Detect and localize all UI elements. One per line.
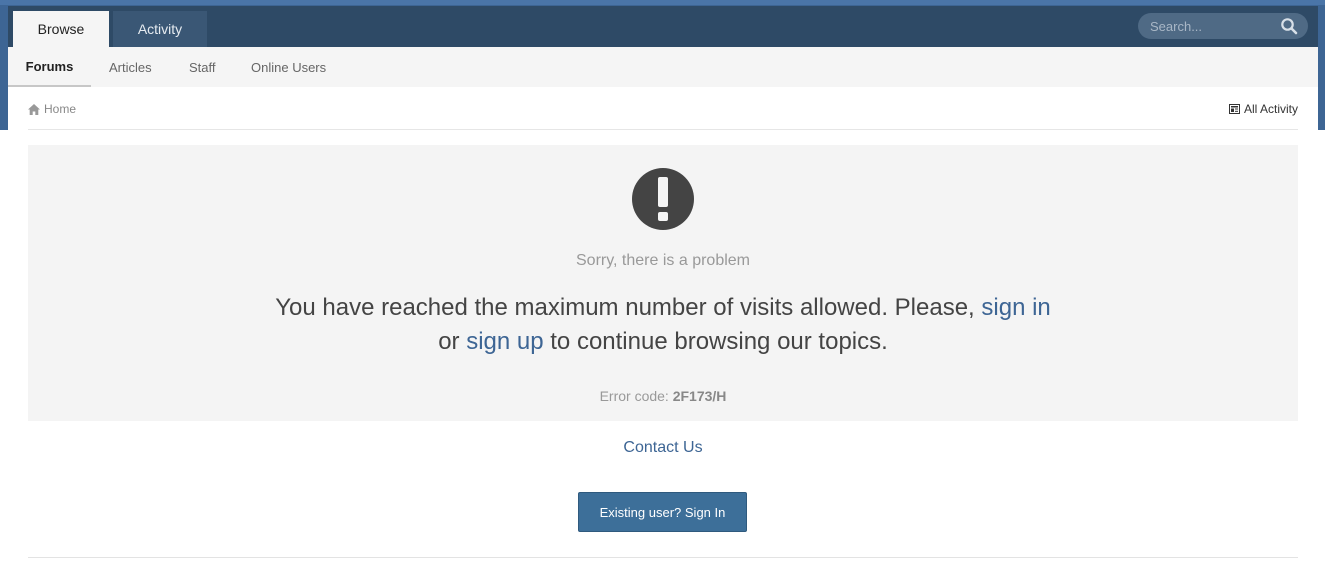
sign-in-link[interactable]: sign in	[981, 294, 1050, 321]
subnav-staff-label: Staff	[189, 59, 216, 75]
all-activity-label: All Activity	[1243, 102, 1298, 116]
contact-us-link[interactable]: Contact Us	[8, 439, 1318, 457]
exclamation-icon	[632, 168, 694, 230]
header-top-stripe	[0, 0, 1325, 5]
search-box	[1138, 13, 1308, 39]
rss-feed-icon	[1228, 104, 1240, 114]
breadcrumb-row: Home All Activity	[28, 87, 1298, 130]
error-message-part3: to continue browsing our topics.	[543, 328, 888, 355]
subnav-item-online-users[interactable]: Online Users	[251, 47, 326, 87]
search-input[interactable]	[1150, 18, 1280, 34]
error-code-value: 2F173/H	[672, 388, 727, 404]
error-message: You have reached the maximum number of v…	[28, 291, 1298, 359]
page-container: Browse Activity Forums Articles Staff On…	[8, 6, 1318, 565]
subnav-item-staff[interactable]: Staff	[189, 47, 216, 87]
tab-browse[interactable]: Browse	[13, 11, 109, 47]
breadcrumb-home[interactable]: Home	[28, 102, 76, 116]
subnav-item-articles[interactable]: Articles	[109, 47, 152, 87]
error-message-part1: You have reached the maximum number of v…	[275, 294, 982, 321]
subnav-articles-label: Articles	[109, 59, 152, 75]
tab-activity[interactable]: Activity	[113, 11, 207, 47]
error-panel: Sorry, there is a problem You have reach…	[28, 145, 1298, 421]
breadcrumb-home-label: Home	[44, 102, 77, 116]
error-code-label: Error code:	[599, 388, 673, 404]
error-code: Error code: 2F173/H	[28, 388, 1298, 404]
divider	[28, 557, 1298, 558]
subnav-forums-label: Forums	[25, 58, 74, 74]
subnav-item-forums[interactable]: Forums	[8, 47, 91, 87]
primary-nav-bar: Browse Activity	[8, 6, 1318, 47]
all-activity-link[interactable]: All Activity	[1228, 102, 1298, 116]
tab-browse-label: Browse	[37, 21, 85, 37]
tab-activity-label: Activity	[137, 21, 183, 37]
search-icon[interactable]	[1280, 17, 1298, 35]
secondary-nav-bar: Forums Articles Staff Online Users	[8, 47, 1318, 87]
home-icon	[28, 103, 40, 115]
error-title: Sorry, there is a problem	[576, 252, 750, 269]
error-message-part2: or	[438, 328, 467, 355]
sign-in-button[interactable]: Existing user? Sign In	[578, 492, 747, 532]
sign-up-link[interactable]: sign up	[466, 328, 543, 355]
subnav-online-users-label: Online Users	[251, 59, 327, 75]
